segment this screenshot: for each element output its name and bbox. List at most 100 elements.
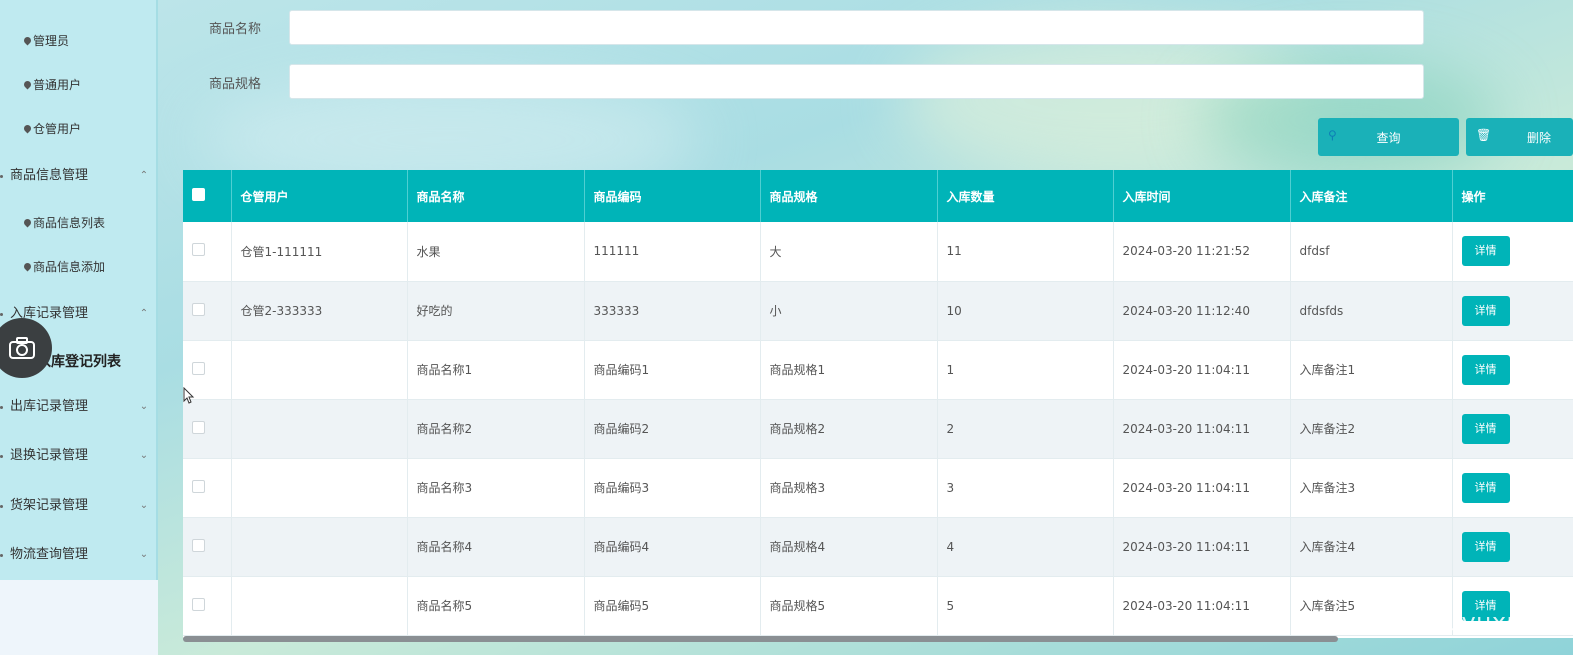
table-row[interactable]: 商品名称3 商品编码3 商品规格3 3 2024-03-20 11:04:11 入库备注3…: [183, 458, 1573, 518]
table-cell-time: 2024-03-20 11:04:11: [1113, 340, 1291, 400]
column-header[interactable]: 入库备注: [1290, 170, 1453, 222]
row-select-cell: [183, 517, 232, 577]
table-cell-code: 商品编码1: [584, 340, 761, 400]
table-cell-spec: 商品规格1: [760, 340, 938, 400]
sidebar-item-product-list[interactable]: 商品信息列表: [24, 213, 105, 233]
column-header[interactable]: 商品规格: [760, 170, 938, 222]
table-cell-name: 水果: [407, 222, 585, 282]
camera-icon: [9, 337, 35, 359]
table-cell-code: 商品编码4: [584, 517, 761, 577]
location-pin-icon: [24, 81, 31, 90]
row-checkbox[interactable]: [192, 538, 205, 552]
table-cell-qty: 10: [937, 281, 1114, 341]
table-cell-time: 2024-03-20 11:12:40: [1113, 281, 1291, 341]
product-spec-input[interactable]: [289, 64, 1424, 99]
table-row[interactable]: 仓管2-333333 好吃的 333333 小 10 2024-03-20 11:12:4…: [183, 281, 1573, 341]
table-cell-spec: 大: [760, 222, 938, 282]
bullet-dot: [0, 174, 3, 178]
detail-button[interactable]: 详情: [1461, 472, 1510, 503]
column-header[interactable]: 仓管用户: [231, 170, 408, 222]
query-button[interactable]: ⚲ 查询: [1318, 118, 1459, 156]
sidebar-group-logistics[interactable]: 物流查询管理 ⌄: [0, 543, 150, 567]
select-all-checkbox[interactable]: [192, 188, 205, 201]
sidebar-item-label: 商品信息添加: [33, 260, 106, 274]
column-header: 操作: [1452, 170, 1573, 222]
sidebar-footer: [0, 580, 158, 655]
column-header[interactable]: 入库时间: [1113, 170, 1291, 222]
table-cell-code: 商品编码3: [584, 458, 761, 518]
inbound-table: 仓管用户 商品名称 商品编码 商品规格 入库数量 入库时间 入库备注 操作 仓管…: [183, 170, 1573, 638]
table-cell-spec: 商品规格2: [760, 399, 938, 459]
table-cell-actions: 详情: [1452, 281, 1573, 341]
table-cell-spec: 商品规格3: [760, 458, 938, 518]
table-cell-spec: 商品规格4: [760, 517, 938, 577]
detail-button[interactable]: 详情: [1461, 531, 1510, 562]
sidebar-item-warehouse-user[interactable]: 仓管用户: [24, 119, 81, 139]
watermark: CSDN @yuyuxun1: [1328, 608, 1554, 636]
table-cell-actions: 详情: [1452, 340, 1573, 400]
detail-button[interactable]: 详情: [1461, 295, 1510, 326]
table-cell-qty: 1: [937, 340, 1114, 400]
sidebar-item-admin[interactable]: 管理员: [24, 31, 69, 51]
table-cell-qty: 4: [937, 517, 1114, 577]
row-checkbox[interactable]: [192, 302, 205, 316]
sidebar-group-label: 物流查询管理: [10, 547, 89, 562]
table-cell-spec: 商品规格5: [760, 576, 938, 636]
table-cell-code: 商品编码5: [584, 576, 761, 636]
table-row[interactable]: 仓管1-111111 水果 111111 大 11 2024-03-20 11:21:52…: [183, 222, 1573, 282]
row-checkbox[interactable]: [192, 243, 205, 257]
table-cell-user: [231, 576, 408, 636]
detail-button[interactable]: 详情: [1461, 354, 1510, 385]
sidebar-group-label: 出库记录管理: [10, 399, 89, 414]
sidebar-item-label: 管理员: [33, 34, 70, 48]
sidebar-group-label: 退换记录管理: [10, 448, 89, 463]
table-cell-user: [231, 399, 408, 459]
column-header[interactable]: 商品编码: [584, 170, 761, 222]
sidebar-item-normal-user[interactable]: 普通用户: [24, 75, 81, 95]
row-checkbox[interactable]: [192, 361, 205, 375]
column-header[interactable]: 商品名称: [407, 170, 585, 222]
table-cell-note: 入库备注1: [1290, 340, 1453, 400]
table-row[interactable]: 商品名称2 商品编码2 商品规格2 2 2024-03-20 11:04:11 入库备注2…: [183, 399, 1573, 459]
chevron-up-icon: ⌃: [139, 170, 149, 181]
table-cell-user: [231, 517, 408, 577]
table-cell-name: 好吃的: [407, 281, 585, 341]
table-cell-actions: 详情: [1452, 399, 1573, 459]
row-select-cell: [183, 458, 232, 518]
table-cell-code: 333333: [584, 281, 761, 341]
row-select-cell: [183, 222, 232, 282]
sidebar-item-product-add[interactable]: 商品信息添加: [24, 257, 105, 277]
sidebar-group-shelf[interactable]: 货架记录管理 ⌄: [0, 494, 150, 518]
horizontal-scrollbar[interactable]: [183, 636, 1338, 642]
row-checkbox[interactable]: [192, 597, 205, 611]
product-name-input[interactable]: [289, 10, 1424, 45]
sidebar-group-return[interactable]: 退换记录管理 ⌄: [0, 444, 150, 468]
delete-button[interactable]: 🗑 删除: [1466, 118, 1573, 156]
sidebar-item-label: 普通用户: [33, 78, 82, 92]
table-cell-actions: 详情: [1452, 458, 1573, 518]
table-cell-note: 入库备注4: [1290, 517, 1453, 577]
table-cell-note: 入库备注2: [1290, 399, 1453, 459]
location-pin-icon: [24, 37, 31, 46]
table-cell-name: 商品名称5: [407, 576, 585, 636]
chevron-down-icon: ⌄: [139, 401, 149, 412]
table-cell-name: 商品名称2: [407, 399, 585, 459]
row-checkbox[interactable]: [192, 420, 205, 434]
detail-button[interactable]: 详情: [1461, 236, 1510, 267]
row-checkbox[interactable]: [192, 479, 205, 493]
table-cell-time: 2024-03-20 11:04:11: [1113, 517, 1291, 577]
chevron-down-icon: ⌄: [139, 450, 149, 461]
table-cell-actions: 详情: [1452, 517, 1573, 577]
table-row[interactable]: 商品名称4 商品编码4 商品规格4 4 2024-03-20 11:04:11 入库备注4…: [183, 517, 1573, 577]
sidebar-group-product-info[interactable]: 商品信息管理 ⌃: [0, 164, 150, 188]
location-pin-icon: [24, 125, 31, 134]
sidebar-group-outbound[interactable]: 出库记录管理 ⌄: [0, 395, 150, 419]
product-spec-label: 商品规格: [209, 77, 262, 92]
table-cell-qty: 11: [937, 222, 1114, 282]
sidebar-group-label: 商品信息管理: [10, 168, 89, 183]
column-header[interactable]: 入库数量: [937, 170, 1114, 222]
table-row[interactable]: 商品名称1 商品编码1 商品规格1 1 2024-03-20 11:04:11 入库备注1…: [183, 340, 1573, 400]
detail-button[interactable]: 详情: [1461, 413, 1510, 444]
table-cell-note: 入库备注3: [1290, 458, 1453, 518]
bullet-dot: [0, 405, 3, 409]
